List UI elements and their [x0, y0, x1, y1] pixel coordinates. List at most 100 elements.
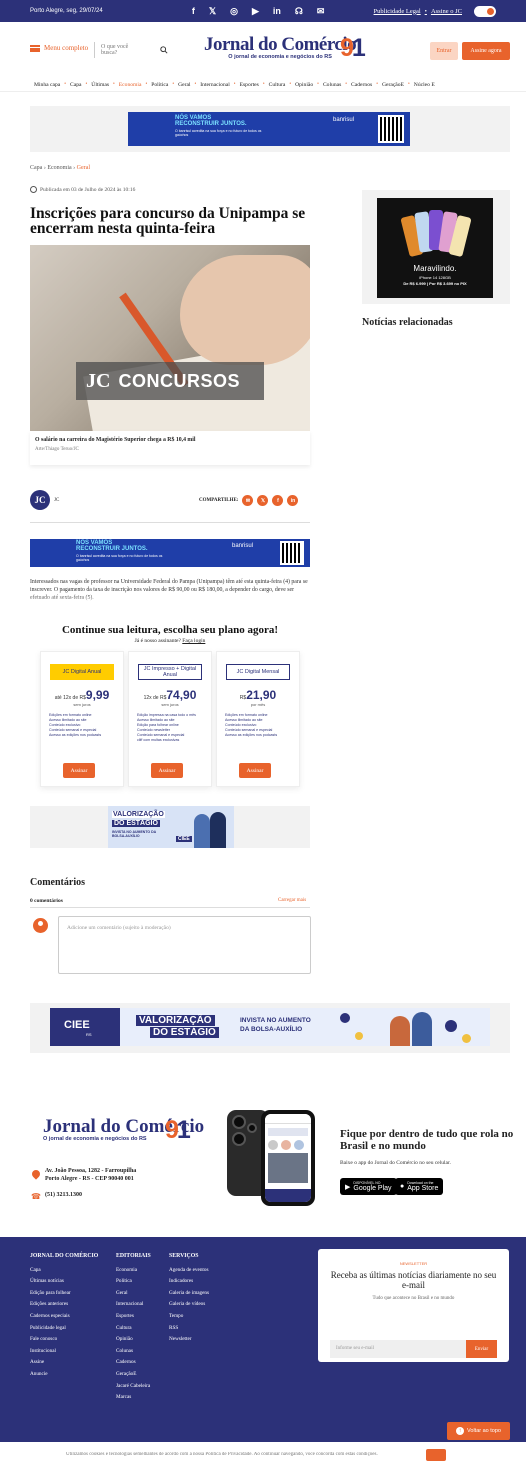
- breadcrumb-economia[interactable]: Economia: [47, 165, 71, 171]
- nav-item-9[interactable]: Opinião: [295, 82, 313, 88]
- author-name: JC: [54, 497, 60, 503]
- app-store-button[interactable]: ● Download on the App Store: [395, 1178, 444, 1195]
- nav-item-13[interactable]: Núcleo E: [414, 82, 435, 88]
- footer-heading: JORNAL DO COMÉRCIO: [30, 1253, 99, 1259]
- footer-link[interactable]: Política: [116, 1278, 132, 1284]
- footer-link[interactable]: Galeria de vídeos: [169, 1301, 205, 1307]
- menu-button[interactable]: Menu completo: [30, 44, 88, 52]
- footer-link[interactable]: Geral: [116, 1290, 128, 1296]
- breadcrumb-capa[interactable]: Capa: [30, 165, 42, 171]
- banrisul-ad-inline[interactable]: NÓS VAMOS RECONSTRUIR JUNTOS. O banrisul…: [30, 539, 310, 567]
- banrisul-ad-top[interactable]: NÓS VAMOS RECONSTRUIR JUNTOS. O banrisul…: [128, 112, 410, 146]
- iphone-ad[interactable]: Maravilindo. iPhone 14 128GB De R$ 6.999…: [377, 198, 493, 298]
- comment-textarea[interactable]: Adicione um comentário (sujeito à modera…: [58, 916, 311, 974]
- footer-link[interactable]: Edições anteriores: [30, 1301, 68, 1307]
- back-to-top-button[interactable]: ↑ Voltar ao topo: [447, 1422, 510, 1440]
- subscribe-plan-button[interactable]: Assinar: [151, 763, 183, 778]
- newsletter-heading: Receba as últimas notícias diariamente n…: [330, 1270, 497, 1290]
- footer-link[interactable]: Capa: [30, 1267, 41, 1273]
- nav-item-2[interactable]: Últimas: [91, 82, 109, 88]
- nav-item-1[interactable]: Capa: [70, 82, 82, 88]
- footer-link[interactable]: Fale conosco: [30, 1336, 57, 1342]
- assine-jc-link[interactable]: Assine o JC: [431, 8, 462, 15]
- footer-link[interactable]: Newsletter: [169, 1336, 191, 1342]
- footer-link[interactable]: Cadernos especiais: [30, 1313, 70, 1319]
- breadcrumb-geral[interactable]: Geral: [77, 165, 90, 171]
- footer-link[interactable]: Edição para folhear: [30, 1290, 71, 1296]
- footer-link[interactable]: Anuncie: [30, 1371, 48, 1377]
- google-play-button[interactable]: ▶ DISPONÍVEL NO Google Play: [340, 1178, 397, 1195]
- paywall-heading: Continue sua leitura, escolha seu plano …: [61, 624, 279, 644]
- nav-item-5[interactable]: Geral: [178, 82, 190, 88]
- share-facebook-icon[interactable]: f: [272, 495, 284, 506]
- footer-link[interactable]: Assine: [30, 1359, 44, 1365]
- footer-link[interactable]: Galeria de imagens: [169, 1290, 209, 1296]
- nav-separator: •: [408, 82, 410, 87]
- share-email-icon[interactable]: ✉: [242, 495, 254, 506]
- nav-item-10[interactable]: Colunas: [323, 82, 341, 88]
- plan-name: JC Digital Anual: [50, 664, 114, 680]
- article-image[interactable]: JC CONCURSOS: [30, 245, 310, 431]
- login-button[interactable]: Entrar: [430, 42, 458, 60]
- nav-item-7[interactable]: Esportes: [240, 82, 259, 88]
- nav-item-4[interactable]: Política: [151, 82, 168, 88]
- footer-link[interactable]: Agenda de eventos: [169, 1267, 208, 1273]
- instagram-icon[interactable]: ◎: [230, 6, 238, 17]
- facebook-icon[interactable]: f: [192, 6, 195, 17]
- footer-link[interactable]: Marcas: [116, 1394, 131, 1400]
- footer-link[interactable]: Cultura: [116, 1325, 132, 1331]
- footer-link[interactable]: Tempo: [169, 1313, 183, 1319]
- nav-item-12[interactable]: GeraçãoE: [382, 82, 404, 88]
- site-logo[interactable]: Jornal do Comércio O jornal de economia …: [204, 34, 366, 62]
- footer-link[interactable]: GeraçãoE: [116, 1371, 136, 1377]
- subscribe-button[interactable]: Assine agora: [462, 42, 510, 60]
- youtube-icon[interactable]: ▶: [252, 6, 259, 17]
- phone-number: (51) 3213.1300: [45, 1192, 82, 1198]
- search-icon[interactable]: [160, 46, 168, 54]
- footer-link[interactable]: Indicadores: [169, 1278, 193, 1284]
- nav-item-3[interactable]: Economia: [119, 82, 142, 88]
- footer-link[interactable]: Jacaré Cabeleira: [116, 1383, 150, 1389]
- comments-load-link[interactable]: Carregar mais: [278, 898, 306, 903]
- nav-separator: •: [345, 82, 348, 87]
- subscribe-plan-button[interactable]: Assinar: [63, 763, 95, 778]
- footer-link[interactable]: Cadernos: [116, 1359, 136, 1365]
- twitter-icon[interactable]: 𝕏: [209, 6, 216, 17]
- footer-link[interactable]: Colunas: [116, 1348, 133, 1354]
- publicidade-legal-link[interactable]: Publicidade Legal: [374, 8, 421, 15]
- footer-link[interactable]: RSS: [169, 1325, 178, 1331]
- footer-link[interactable]: Esportes: [116, 1313, 134, 1319]
- rss-icon[interactable]: ☊: [295, 6, 303, 17]
- nav-item-11[interactable]: Cadernos: [351, 82, 372, 88]
- separator: •: [424, 7, 427, 15]
- search-input[interactable]: O que você busca?: [94, 42, 168, 58]
- newsletter-email-input[interactable]: Informe seu e-mail: [330, 1340, 466, 1358]
- footer-link[interactable]: Economia: [116, 1267, 137, 1273]
- nav-item-0[interactable]: Minha capa: [34, 82, 60, 88]
- login-link[interactable]: Faça login: [182, 638, 205, 644]
- footer-link[interactable]: Últimas notícias: [30, 1278, 64, 1284]
- footer-link[interactable]: Internacional: [116, 1301, 143, 1307]
- linkedin-icon[interactable]: in: [273, 6, 281, 17]
- footer-link[interactable]: Institucional: [30, 1348, 56, 1354]
- nav-separator: •: [64, 82, 67, 87]
- nav-separator: •: [289, 82, 292, 87]
- nav-item-8[interactable]: Cultura: [269, 82, 286, 88]
- share-twitter-icon[interactable]: 𝕏: [257, 495, 269, 506]
- plan-feature: cliff com multas exclusivas: [137, 738, 180, 742]
- footer-logo[interactable]: Jornal do Comércio O jornal de economia …: [43, 1116, 204, 1144]
- cookie-accept-button[interactable]: [426, 1448, 446, 1461]
- plan-card: JC Impresso + Digital Anual 12x de R$74,9…: [128, 651, 212, 787]
- ciee-ad-wide[interactable]: CIEE RS VALORIZAÇÃO DO ESTÁGIO INVISTA N…: [50, 1008, 490, 1046]
- nav-item-6[interactable]: Internacional: [200, 82, 230, 88]
- dark-mode-toggle[interactable]: [474, 5, 496, 17]
- newsletter-submit-button[interactable]: Enviar: [466, 1340, 497, 1358]
- subscribe-plan-button[interactable]: Assinar: [239, 763, 271, 778]
- footer-link[interactable]: Publicidade legal: [30, 1325, 66, 1331]
- jc-logo: JC: [86, 369, 111, 392]
- share-linkedin-icon[interactable]: in: [287, 495, 299, 506]
- article-title: Inscrições para concurso da Unipampa se …: [30, 205, 306, 237]
- ciee-ad-small[interactable]: VALORIZAÇÃO DO ESTÁGIO INVISTA NO AUMENT…: [108, 806, 234, 848]
- footer-link[interactable]: Opinião: [116, 1336, 133, 1342]
- email-icon[interactable]: ✉: [317, 6, 325, 17]
